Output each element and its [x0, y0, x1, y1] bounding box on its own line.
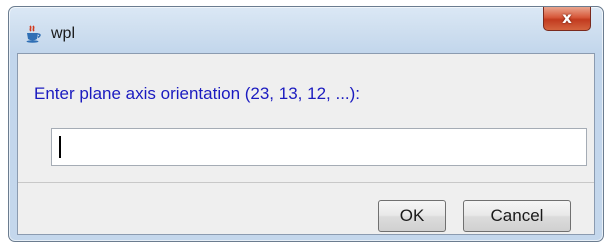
dialog-window: wpl x Enter plane axis orientation (23, …: [8, 6, 604, 242]
button-separator: [18, 182, 594, 183]
close-icon: x: [562, 9, 572, 27]
dialog-body: Enter plane axis orientation (23, 13, 12…: [17, 53, 595, 235]
orientation-input[interactable]: [51, 128, 587, 166]
close-button[interactable]: x: [543, 7, 591, 31]
ok-button[interactable]: OK: [378, 200, 446, 232]
title-bar[interactable]: wpl x: [9, 7, 603, 53]
cancel-button[interactable]: Cancel: [463, 200, 571, 232]
prompt-label: Enter plane axis orientation (23, 13, 12…: [34, 84, 361, 103]
java-cup-icon: [26, 25, 41, 43]
window-title: wpl: [51, 25, 76, 42]
text-caret: [59, 136, 61, 158]
